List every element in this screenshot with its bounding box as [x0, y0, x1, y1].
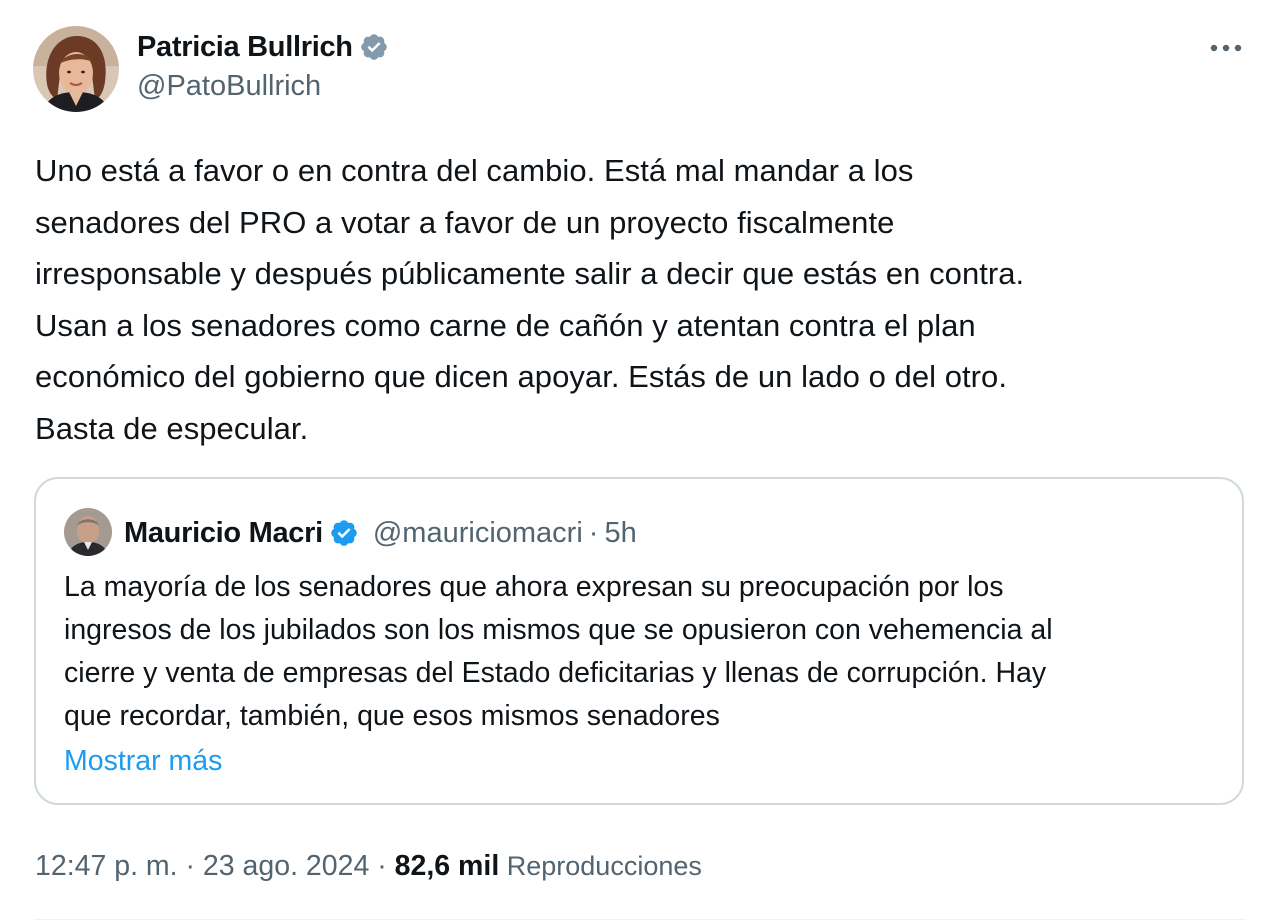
- quote-author-name: Mauricio Macri: [124, 516, 323, 549]
- verified-badge-icon: [329, 518, 359, 548]
- tweet-meta: 12:47 p. m. · 23 ago. 2024 · 82,6 mil Re…: [35, 844, 702, 888]
- meta-separator: ·: [369, 849, 395, 882]
- tweet-time[interactable]: 12:47 p. m.: [35, 850, 178, 883]
- quote-separator: ·: [588, 516, 599, 549]
- quote-author-avatar[interactable]: [64, 508, 112, 556]
- more-horizontal-icon: [1210, 44, 1242, 52]
- quote-author-handle: @mauriciomacri: [372, 516, 583, 549]
- quote-header: Mauricio Macri @mauriciomacri · 5h: [124, 513, 637, 553]
- divider: [34, 919, 1246, 920]
- tweet-card: Patricia Bullrich @PatoBullrich Uno está…: [0, 0, 1280, 922]
- quote-timestamp: 5h: [604, 516, 637, 549]
- portrait-avatar-image: [64, 508, 112, 556]
- author-name[interactable]: Patricia Bullrich: [137, 31, 353, 64]
- tweet-date[interactable]: 23 ago. 2024: [203, 850, 369, 883]
- author-name-row: Patricia Bullrich: [137, 27, 389, 67]
- author-avatar[interactable]: [33, 26, 119, 112]
- quote-text: La mayoría de los senadores que ahora ex…: [64, 571, 1053, 732]
- views-label: Reproducciones: [499, 850, 702, 881]
- show-more-link[interactable]: Mostrar más: [64, 740, 222, 783]
- portrait-avatar-image: [33, 26, 119, 112]
- meta-separator: ·: [177, 849, 203, 882]
- author-handle[interactable]: @PatoBullrich: [137, 70, 321, 103]
- tweet-text: Uno está a favor o en contra del cambio.…: [35, 153, 1025, 446]
- quoted-tweet-card[interactable]: Mauricio Macri @mauriciomacri · 5h La ma…: [34, 477, 1244, 805]
- more-options-button[interactable]: [1204, 30, 1248, 66]
- verified-badge-icon[interactable]: [359, 32, 389, 62]
- views-count: 82,6 mil: [394, 849, 500, 882]
